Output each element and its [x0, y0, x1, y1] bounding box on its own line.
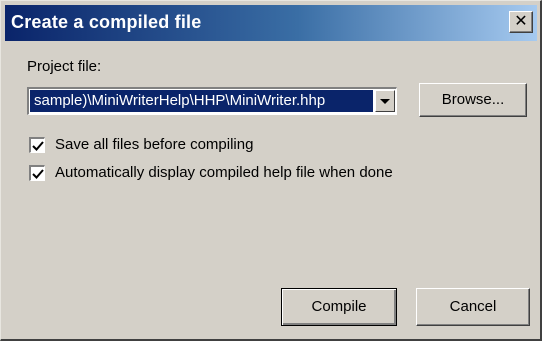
save-all-files-checkbox[interactable]	[29, 137, 45, 153]
chevron-down-icon	[380, 99, 390, 104]
project-file-value[interactable]: sample)\MiniWriterHelp\HHP\MiniWriter.hh…	[30, 90, 373, 112]
project-file-label: Project file:	[27, 58, 102, 75]
checkmark-icon	[32, 141, 44, 151]
close-icon: ✕	[514, 13, 528, 30]
project-file-dropdown-button[interactable]	[375, 90, 395, 112]
auto-display-checkbox[interactable]	[29, 165, 45, 181]
browse-button[interactable]: Browse...	[419, 83, 527, 117]
compile-button[interactable]: Compile	[281, 288, 397, 326]
project-file-combobox[interactable]: sample)\MiniWriterHelp\HHP\MiniWriter.hh…	[27, 87, 397, 115]
close-button[interactable]: ✕	[509, 11, 533, 33]
create-compiled-file-dialog: Create a compiled file ✕ Project file: s…	[0, 0, 542, 341]
cancel-button[interactable]: Cancel	[416, 288, 530, 326]
dialog-title: Create a compiled file	[11, 12, 202, 32]
checkmark-icon	[32, 169, 44, 179]
title-bar[interactable]: Create a compiled file ✕	[5, 5, 537, 41]
auto-display-label: Automatically display compiled help file…	[55, 164, 393, 181]
save-all-files-label: Save all files before compiling	[55, 136, 254, 153]
